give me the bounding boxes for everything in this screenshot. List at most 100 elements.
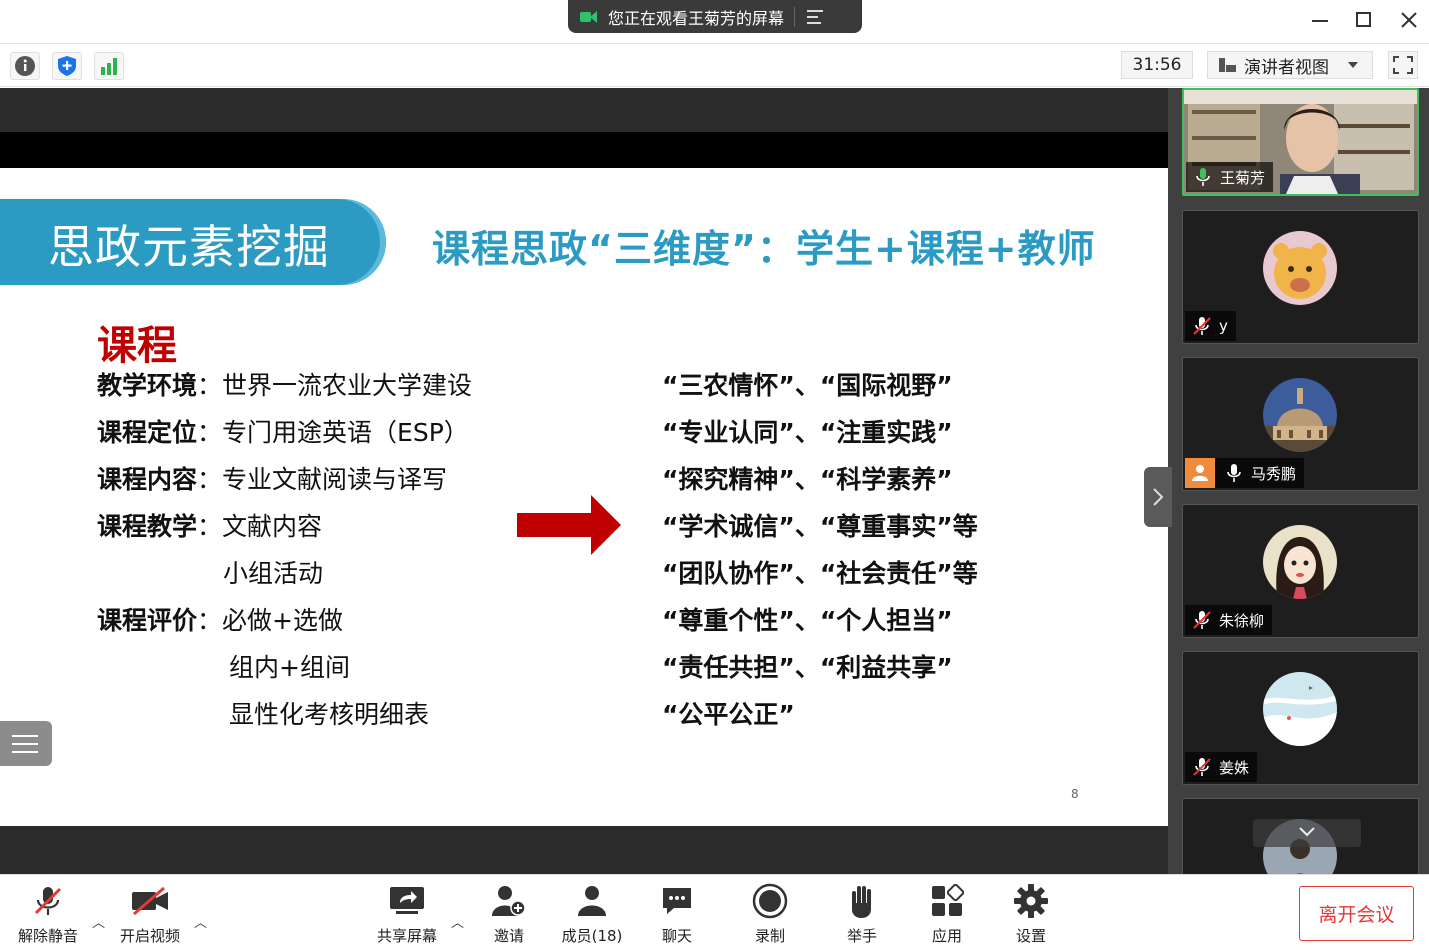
fullscreen-icon (1393, 56, 1413, 74)
participant-nameplate: 姜姝 (1185, 752, 1258, 782)
participant-tile[interactable]: 马秀鹏 (1182, 357, 1419, 491)
collapse-gallery-button[interactable] (1144, 467, 1172, 527)
view-mode-label: 演讲者视图 (1244, 57, 1329, 78)
avatar (1263, 231, 1337, 305)
participants-icon (578, 886, 606, 916)
scroll-down-button[interactable] (1253, 819, 1361, 847)
shield-icon (58, 56, 76, 76)
host-user-icon (1185, 458, 1215, 488)
apps-label: 应用 (931, 927, 962, 945)
record-icon (752, 883, 788, 919)
stage-top-band (0, 88, 1168, 132)
participant-tile[interactable]: 姜姝 (1182, 651, 1419, 785)
leave-meeting-button[interactable]: 离开会议 (1299, 886, 1414, 941)
meeting-info-button[interactable] (10, 52, 40, 80)
invite-button[interactable]: 邀请 (469, 881, 549, 949)
share-screen-label: 共享屏幕 (376, 927, 437, 945)
detail-row: 课程定位：专门用途英语（ESP） (97, 418, 469, 447)
avatar (1263, 525, 1337, 599)
record-button[interactable]: 录制 (730, 881, 810, 949)
share-options-chevron-up-icon[interactable]: ︿ (451, 912, 464, 931)
audio-options-chevron-up-icon[interactable]: ︿ (92, 912, 105, 931)
network-status-button[interactable] (94, 52, 124, 80)
detail-row: 教学环境：世界一流农业大学建设 (97, 371, 473, 400)
muted-microphone-icon (1191, 609, 1213, 631)
record-label: 录制 (754, 927, 785, 945)
slide-page-number: 8 (1071, 787, 1079, 801)
share-banner[interactable]: 您正在观看王菊芳的屏幕 (568, 0, 862, 33)
presentation-slide: 思政元素挖掘 课程思政“三维度”：学生+课程+教师 课程 教学环境：世界一流农业… (0, 168, 1168, 826)
participant-nameplate: y (1185, 311, 1236, 341)
ribbon-title: 思政元素挖掘 (48, 220, 330, 274)
participant-tile[interactable] (1182, 798, 1419, 874)
participant-name: 姜姝 (1219, 758, 1250, 777)
chevron-down-icon (1299, 827, 1315, 837)
participants-label: 成员(18) (561, 927, 623, 945)
maximize-button[interactable] (1350, 8, 1378, 32)
chat-label: 聊天 (661, 927, 692, 945)
participant-name: 马秀鹏 (1251, 464, 1297, 483)
fullscreen-button[interactable] (1388, 51, 1418, 79)
stage-bottom-band (0, 826, 1168, 874)
unmute-button[interactable]: 解除静音 (8, 881, 88, 949)
banner-menu-icon[interactable] (807, 9, 824, 24)
participant-nameplate: 王菊芳 (1186, 162, 1274, 192)
participant-name: 王菊芳 (1220, 168, 1266, 187)
participants-button[interactable]: 成员(18) (552, 881, 632, 949)
signal-bars-icon (101, 58, 117, 75)
minimize-icon (1312, 20, 1328, 22)
detail-row: 课程内容：专业文献阅读与译写 (97, 465, 448, 494)
settings-button[interactable]: 设置 (991, 881, 1071, 949)
share-camera-icon (580, 10, 598, 24)
close-icon (1401, 12, 1417, 28)
chat-button[interactable]: 聊天 (637, 881, 717, 949)
share-banner-text: 您正在观看王菊芳的屏幕 (608, 8, 785, 28)
microphone-icon (1223, 462, 1245, 484)
microphone-icon (1192, 166, 1214, 188)
building-avatar-icon (1263, 378, 1337, 452)
apps-grid-icon (932, 884, 964, 916)
share-screen-button[interactable]: 共享屏幕 (367, 881, 447, 949)
view-mode-select[interactable]: 演讲者视图 (1207, 51, 1373, 79)
muted-microphone-icon (34, 887, 62, 915)
raise-hand-button[interactable]: 举手 (822, 881, 902, 949)
slide-title: 课程思政“三维度”：学生+课程+教师 (432, 227, 1096, 271)
start-video-button[interactable]: 开启视频 (110, 881, 190, 949)
shared-screen[interactable]: 思政元素挖掘 课程思政“三维度”：学生+课程+教师 课程 教学环境：世界一流农业… (0, 88, 1168, 874)
element-row: “专业认同”、“注重实践” (662, 418, 953, 447)
security-button[interactable] (52, 52, 82, 80)
cartoon-girl-avatar-icon (1263, 525, 1337, 599)
participant-tile[interactable]: 王菊芳 (1182, 88, 1419, 196)
detail-row: 显性化考核明细表 (229, 700, 430, 729)
chevron-down-icon (1348, 62, 1358, 68)
apps-button[interactable]: 应用 (907, 881, 987, 949)
video-options-chevron-up-icon[interactable]: ︿ (194, 912, 207, 931)
start-video-label: 开启视频 (119, 927, 180, 945)
maximize-icon (1356, 12, 1371, 27)
invite-label: 邀请 (493, 927, 524, 945)
banner-divider (794, 6, 796, 27)
slide-ribbon: 思政元素挖掘 (0, 199, 386, 285)
close-button[interactable] (1395, 8, 1423, 32)
speaker-view-icon (1219, 58, 1236, 72)
chat-icon (663, 888, 691, 914)
slide-list-menu-button[interactable] (0, 721, 52, 766)
participant-tile[interactable]: 朱徐柳 (1182, 504, 1419, 638)
video-off-icon (132, 886, 168, 916)
sky-avatar-icon (1263, 672, 1337, 746)
participant-nameplate: 朱徐柳 (1185, 605, 1273, 635)
title-bar: 您正在观看王菊芳的屏幕 (0, 0, 1429, 44)
participant-nameplate: 马秀鹏 (1185, 458, 1305, 488)
detail-row: 课程教学：文献内容 (97, 512, 323, 541)
element-row: “学术诚信”、“尊重事实”等 (662, 512, 978, 541)
meeting-toolbar: 31:56 演讲者视图 (0, 45, 1429, 87)
participant-tile[interactable]: y (1182, 210, 1419, 344)
element-row: “三农情怀”、“国际视野” (662, 371, 953, 400)
muted-microphone-icon (1191, 315, 1213, 337)
meeting-window: 您正在观看王菊芳的屏幕 31:56 演讲者视图 思政元素挖掘 课程思政“三维度”… (0, 0, 1429, 950)
settings-label: 设置 (1015, 927, 1046, 945)
muted-microphone-icon (1191, 756, 1213, 778)
right-arrow-icon (517, 495, 621, 555)
minimize-button[interactable] (1306, 8, 1334, 32)
add-user-icon (492, 886, 526, 916)
